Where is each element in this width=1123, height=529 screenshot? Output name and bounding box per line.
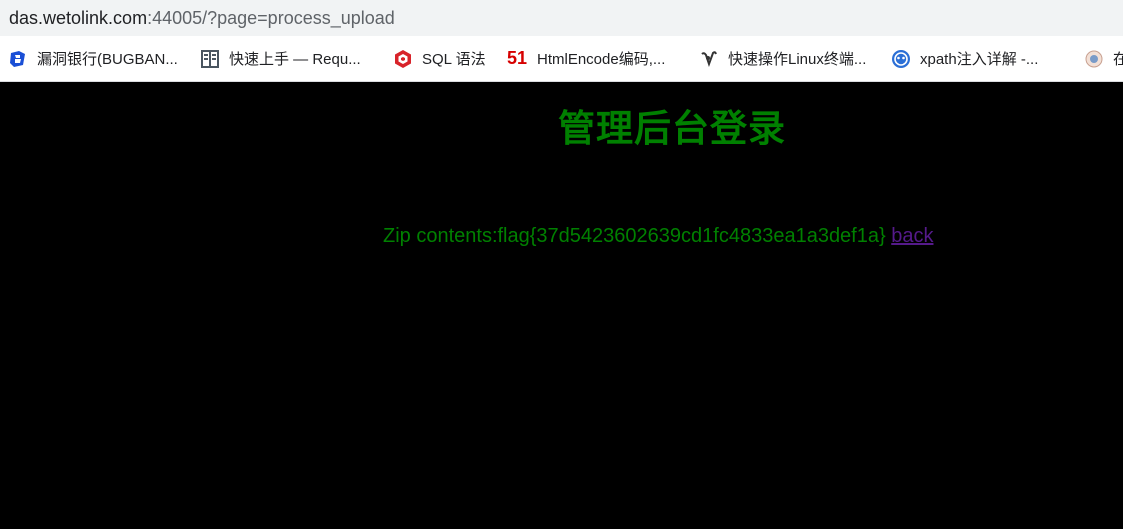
fiftyone-icon-text: 51 (506, 48, 528, 68)
bookmark-htmlencode[interactable]: 51 HtmlEncode编码,... (506, 36, 665, 81)
bookmark-overflow[interactable]: 在 (1084, 36, 1123, 81)
fiftyone-icon: 51 (506, 48, 528, 69)
sql-icon (393, 49, 413, 69)
bookmark-label: 快速操作Linux终端... (728, 51, 867, 68)
bookmark-xpath[interactable]: xpath注入详解 -... (891, 36, 1038, 81)
bookmark-label: 快速上手 — Requ... (229, 51, 361, 68)
xpath-icon (891, 49, 911, 69)
bookmark-label: xpath注入详解 -... (920, 51, 1039, 68)
zip-contents-text: Zip contents:flag{37d5423602639cd1fc4833… (383, 225, 886, 247)
globe-icon (1084, 49, 1104, 69)
bookmark-bugbank[interactable]: 漏洞银行(BUGBAN... (8, 36, 178, 81)
zip-result-line: Zip contents:flag{37d5423602639cd1fc4833… (383, 225, 933, 248)
bugbank-icon (8, 49, 28, 69)
bookmark-label: HtmlEncode编码,... (537, 51, 666, 68)
bookmark-requests[interactable]: 快速上手 — Requ... (200, 36, 361, 81)
bookmark-label: 漏洞银行(BUGBAN... (37, 51, 178, 68)
bookmarks-bar: 漏洞银行(BUGBAN... 快速上手 — Requ... SQL 语法 51 … (0, 36, 1123, 82)
bookmark-linux[interactable]: 快速操作Linux终端... (699, 36, 866, 81)
back-link[interactable]: back (891, 225, 933, 247)
page-content: 管理后台登录 Zip contents:flag{37d5423602639cd… (0, 82, 1123, 529)
bookmark-sql[interactable]: SQL 语法 (393, 36, 486, 81)
address-bar[interactable]: das.wetolink.com:44005/?page=process_upl… (0, 0, 1123, 36)
bookmark-label: SQL 语法 (422, 51, 486, 68)
linux-icon (699, 49, 719, 69)
url-host: das.wetolink.com (9, 7, 148, 28)
page-title: 管理后台登录 (558, 107, 786, 150)
document-icon (200, 49, 220, 69)
url-path: :44005/?page=process_upload (147, 7, 395, 28)
bookmark-label: 在 (1113, 48, 1123, 69)
